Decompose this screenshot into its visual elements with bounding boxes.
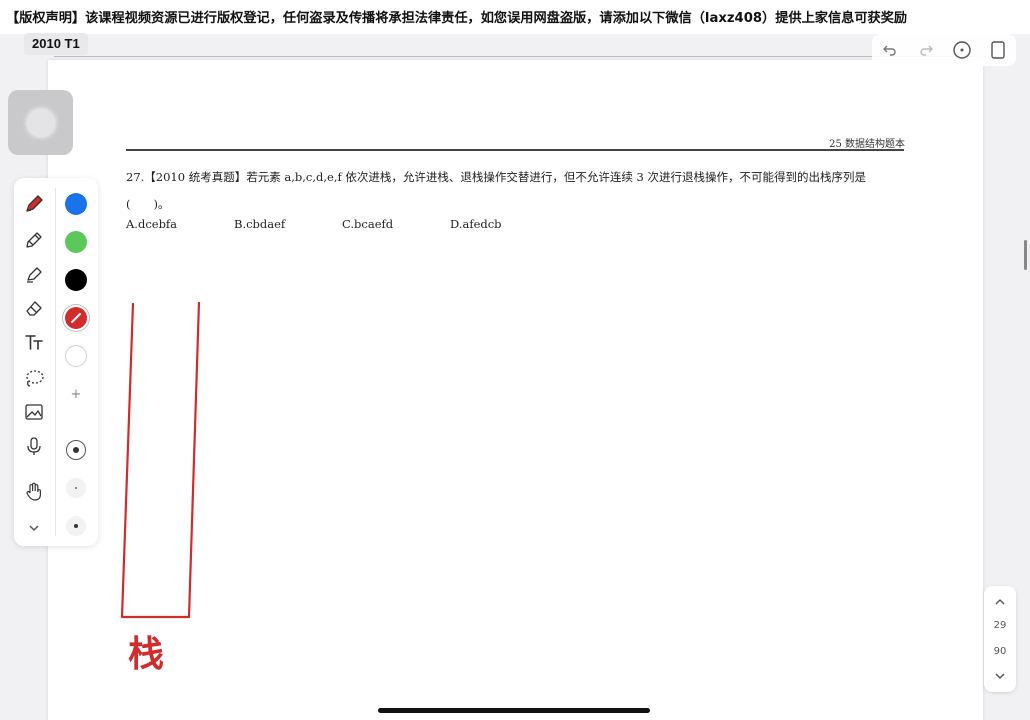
page-down-button[interactable] [984, 666, 1016, 686]
image-icon[interactable] [22, 400, 46, 424]
color-black[interactable] [65, 269, 87, 291]
stroke-size-large[interactable] [66, 440, 86, 460]
drawing-toolbar: + [14, 178, 98, 546]
header-rule [126, 149, 904, 151]
question-text: 27.【2010 统考真题】若元素 a,b,c,d,e,f 依次进栈，允许进栈、… [126, 170, 867, 211]
stroke-dot-small [75, 487, 77, 489]
home-indicator[interactable] [378, 708, 650, 713]
document-tab[interactable]: 2010 T1 [24, 33, 88, 55]
chevron-up-icon [995, 599, 1005, 605]
chevron-down-icon[interactable] [22, 516, 46, 540]
option-a: A.dcebfa [126, 217, 178, 231]
add-color-button[interactable]: + [66, 384, 86, 404]
undo-icon[interactable] [879, 39, 901, 61]
highlighter-icon[interactable] [22, 262, 46, 286]
page-top-rule [54, 56, 974, 57]
option-b: B.cbdaef [234, 217, 286, 231]
stroke-dot-large [73, 447, 79, 453]
page-navigator: 29 90 [984, 586, 1016, 692]
stroke-size-small[interactable] [66, 478, 86, 498]
chevron-down-icon [995, 673, 1005, 679]
hand-icon[interactable] [22, 480, 46, 504]
stroke-dot-medium [74, 524, 78, 528]
page-view-icon[interactable] [987, 39, 1009, 61]
scroll-indicator[interactable] [1024, 240, 1027, 270]
stroke-size-medium[interactable] [66, 516, 86, 536]
option-c: C.bcaefd [342, 217, 394, 231]
toolbar-divider [55, 188, 56, 536]
microphone-icon[interactable] [22, 434, 46, 458]
lasso-icon[interactable] [22, 366, 46, 390]
page-header: 25 数据结构题本 [829, 139, 905, 150]
redo-icon[interactable] [915, 39, 937, 61]
page-up-button[interactable] [984, 592, 1016, 612]
assistive-touch-button[interactable] [8, 90, 73, 155]
copyright-banner: 【版权声明】该课程视频资源已进行版权登记，任何盗录及传播将承担法律责任，如您误用… [0, 0, 1030, 34]
color-red-selected[interactable] [65, 307, 87, 329]
option-d: D.afedcb [450, 217, 502, 231]
color-blue[interactable] [65, 193, 87, 215]
eraser-icon[interactable] [22, 296, 46, 320]
color-green[interactable] [65, 231, 87, 253]
top-controls [872, 34, 1016, 66]
text-tool-icon[interactable] [22, 330, 46, 354]
assistive-touch-dot [26, 108, 55, 137]
document-page: 25 数据结构题本 27.【2010 统考真题】若元素 a,b,c,d,e,f … [48, 56, 983, 720]
color-white[interactable] [65, 345, 87, 367]
pencil-icon[interactable] [22, 228, 46, 252]
more-icon[interactable] [951, 39, 973, 61]
pen-edit-icon [71, 313, 81, 323]
current-page: 29 [993, 620, 1007, 631]
total-pages: 90 [993, 646, 1007, 657]
pen-icon[interactable] [22, 192, 46, 216]
